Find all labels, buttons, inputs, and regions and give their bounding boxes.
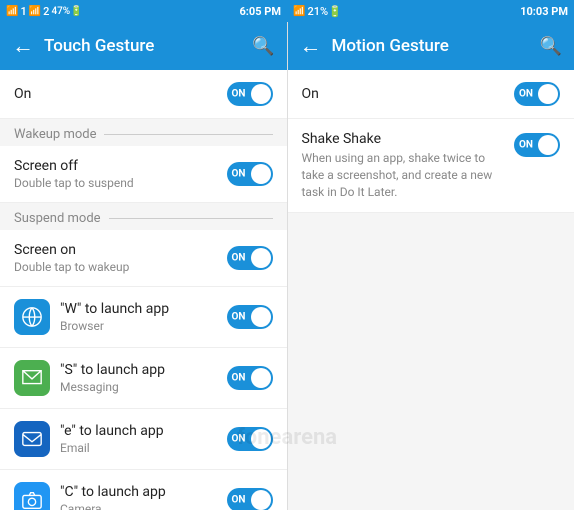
c-launch-toggle[interactable]: ON bbox=[227, 488, 273, 510]
wakeup-label: Wakeup mode bbox=[14, 127, 96, 142]
w-launch-label: "W" to launch app bbox=[60, 301, 227, 317]
motion-gesture-content: On ON Shake Shake When using an app, sha… bbox=[288, 70, 574, 510]
screen-on-label: Screen on bbox=[14, 242, 227, 258]
w-launch-toggle[interactable]: ON bbox=[227, 305, 273, 329]
touch-on-row: On ON bbox=[0, 70, 287, 119]
app-row-messaging: "S" to launch app Messaging ON bbox=[0, 348, 287, 409]
wakeup-section-header: Wakeup mode bbox=[0, 119, 287, 146]
left-status-icons: 📶1 📶2 47%🔋 bbox=[6, 5, 83, 18]
right-status-bar: 📶21%🔋 10:03 PM bbox=[287, 0, 574, 22]
app-row-camera: "C" to launch app Camera ON bbox=[0, 470, 287, 510]
left-time: 6:05 PM bbox=[240, 5, 282, 18]
app-row-browser: "W" to launch app Browser ON bbox=[0, 287, 287, 348]
shake-label: Shake Shake bbox=[302, 131, 507, 147]
browser-icon bbox=[14, 299, 50, 335]
motion-gesture-title: Motion Gesture bbox=[332, 36, 530, 56]
e-launch-toggle[interactable]: ON bbox=[227, 427, 273, 451]
suspend-label: Suspend mode bbox=[14, 211, 101, 226]
touch-gesture-panel: ← Touch Gesture 🔍 On ON Wakeup mode bbox=[0, 22, 287, 510]
screen-on-sub: Double tap to wakeup bbox=[14, 260, 227, 274]
motion-gesture-toolbar: ← Motion Gesture 🔍 bbox=[288, 22, 574, 70]
touch-gesture-content: On ON Wakeup mode Screen off Double tap … bbox=[0, 70, 287, 510]
shake-toggle[interactable]: ON bbox=[514, 133, 560, 157]
search-icon-right[interactable]: 🔍 bbox=[540, 36, 562, 57]
s-launch-label: "S" to launch app bbox=[60, 362, 227, 378]
e-launch-sub: Email bbox=[60, 441, 227, 455]
touch-gesture-toolbar: ← Touch Gesture 🔍 bbox=[0, 22, 287, 70]
screen-off-label: Screen off bbox=[14, 158, 227, 174]
touch-on-label: On bbox=[14, 86, 227, 102]
back-icon-right[interactable]: ← bbox=[300, 33, 322, 59]
email-icon bbox=[14, 421, 50, 457]
shake-desc: When using an app, shake twice to take a… bbox=[302, 150, 507, 200]
s-launch-sub: Messaging bbox=[60, 380, 227, 394]
right-time: 10:03 PM bbox=[520, 5, 568, 18]
screen-off-toggle[interactable]: ON bbox=[227, 162, 273, 186]
back-icon-left[interactable]: ← bbox=[12, 33, 34, 59]
s-launch-toggle[interactable]: ON bbox=[227, 366, 273, 390]
c-launch-sub: Camera bbox=[60, 502, 227, 510]
camera-icon bbox=[14, 482, 50, 510]
messaging-icon bbox=[14, 360, 50, 396]
search-icon-left[interactable]: 🔍 bbox=[252, 36, 274, 57]
right-status-icons: 📶21%🔋 bbox=[293, 5, 342, 18]
screen-off-row: Screen off Double tap to suspend ON bbox=[0, 146, 287, 203]
w-launch-sub: Browser bbox=[60, 319, 227, 333]
shake-shake-row: Shake Shake When using an app, shake twi… bbox=[288, 119, 574, 213]
motion-on-row: On ON bbox=[288, 70, 574, 119]
suspend-section-header: Suspend mode bbox=[0, 203, 287, 230]
motion-gesture-panel: ← Motion Gesture 🔍 On ON Shake Shake bbox=[288, 22, 574, 510]
e-launch-label: "e" to launch app bbox=[60, 423, 227, 439]
motion-on-label: On bbox=[302, 86, 515, 102]
touch-gesture-title: Touch Gesture bbox=[44, 36, 242, 56]
screen-on-toggle[interactable]: ON bbox=[227, 246, 273, 270]
screen-off-sub: Double tap to suspend bbox=[14, 176, 227, 190]
app-row-email: "e" to launch app Email ON bbox=[0, 409, 287, 470]
screen-on-row: Screen on Double tap to wakeup ON bbox=[0, 230, 287, 287]
motion-on-toggle[interactable]: ON bbox=[514, 82, 560, 106]
touch-on-toggle[interactable]: ON bbox=[227, 82, 273, 106]
c-launch-label: "C" to launch app bbox=[60, 484, 227, 500]
left-status-bar: 📶1 📶2 47%🔋 6:05 PM bbox=[0, 0, 287, 22]
